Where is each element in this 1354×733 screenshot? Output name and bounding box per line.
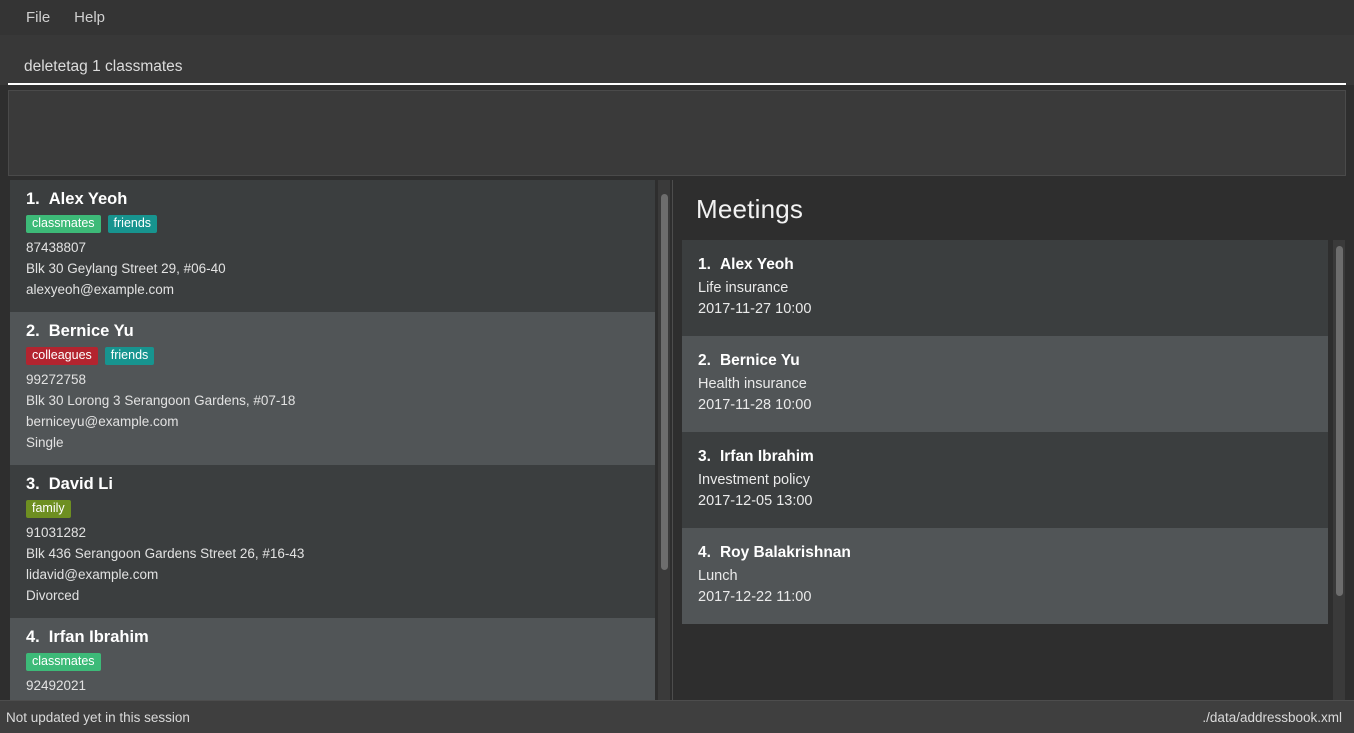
result-display-area bbox=[0, 85, 1354, 180]
save-location-label: ./data/addressbook.xml bbox=[1202, 709, 1342, 725]
meeting-datetime: 2017-12-05 13:00 bbox=[698, 493, 813, 509]
menu-bar: File Help bbox=[0, 0, 1354, 35]
meeting-datetime: 2017-12-22 11:00 bbox=[698, 589, 812, 605]
meeting-index: 4. bbox=[698, 544, 711, 561]
meeting-person-name: Alex Yeoh bbox=[719, 256, 794, 273]
menu-item-help[interactable]: Help bbox=[62, 6, 117, 29]
person-phone: 87438807 bbox=[26, 240, 87, 255]
person-tag-row: classmates bbox=[26, 653, 639, 671]
person-name: Bernice Yu bbox=[48, 322, 134, 340]
person-card-header: 4. Irfan Ibrahim bbox=[26, 628, 639, 647]
meeting-datetime: 2017-11-27 10:00 bbox=[698, 301, 812, 317]
person-index: 3. bbox=[26, 475, 40, 493]
meeting-index: 2. bbox=[698, 352, 711, 369]
meeting-subject: Health insurance bbox=[698, 376, 807, 392]
person-tag-row: colleagues friends bbox=[26, 347, 639, 365]
meeting-person-name: Bernice Yu bbox=[719, 352, 800, 369]
result-display-box bbox=[8, 90, 1346, 176]
meeting-card[interactable]: 4. Roy Balakrishnan Lunch 2017-12-22 11:00 bbox=[682, 528, 1328, 624]
meeting-card-header: 3. Irfan Ibrahim bbox=[698, 448, 1312, 466]
person-name: Alex Yeoh bbox=[48, 190, 128, 208]
meeting-card[interactable]: 1. Alex Yeoh Life insurance 2017-11-27 10:0… bbox=[682, 240, 1328, 336]
command-input[interactable] bbox=[24, 57, 1346, 77]
person-card[interactable]: 3. David Li family 91031282 Blk 436 Serangoo… bbox=[10, 465, 655, 618]
person-index: 1. bbox=[26, 190, 40, 208]
meeting-card-header: 2. Bernice Yu bbox=[698, 352, 1312, 370]
meetings-title: Meetings bbox=[696, 194, 804, 224]
meeting-list-scrollbar[interactable] bbox=[1333, 240, 1345, 700]
person-name: David Li bbox=[48, 475, 113, 493]
person-address: Blk 30 Geylang Street 29, #06-40 bbox=[26, 261, 226, 276]
sync-status-label: Not updated yet in this session bbox=[6, 709, 190, 725]
tag-badge: friends bbox=[104, 347, 155, 365]
person-index: 2. bbox=[26, 322, 40, 340]
person-phone: 91031282 bbox=[26, 525, 87, 540]
person-card[interactable]: 1. Alex Yeoh classmates friends 87438807 Blk … bbox=[10, 180, 655, 312]
person-status: Single bbox=[26, 435, 64, 450]
command-box-underline bbox=[8, 57, 1346, 85]
person-list-panel: 1. Alex Yeoh classmates friends 87438807 Blk … bbox=[8, 180, 673, 700]
person-card[interactable]: 2. Bernice Yu colleagues friends 99272758 Blk… bbox=[10, 312, 655, 465]
app-window: File Help 1. Alex Yeoh classmates friends 87… bbox=[0, 0, 1354, 733]
person-email: alexyeoh@example.com bbox=[26, 282, 175, 297]
meeting-card-header: 4. Roy Balakrishnan bbox=[698, 544, 1312, 562]
tag-badge: family bbox=[26, 500, 71, 518]
person-card-header: 2. Bernice Yu bbox=[26, 322, 639, 341]
person-name: Irfan Ibrahim bbox=[48, 628, 149, 646]
status-bar: Not updated yet in this session ./data/a… bbox=[0, 700, 1354, 733]
meeting-index: 1. bbox=[698, 256, 711, 273]
meeting-card[interactable]: 3. Irfan Ibrahim Investment policy 2017-12-… bbox=[682, 432, 1328, 528]
person-status: Divorced bbox=[26, 588, 80, 603]
person-phone: 92492021 bbox=[26, 678, 87, 693]
tag-badge: colleagues bbox=[26, 347, 98, 365]
meeting-index: 3. bbox=[698, 448, 711, 465]
meeting-card-header: 1. Alex Yeoh bbox=[698, 256, 1312, 274]
person-index: 4. bbox=[26, 628, 40, 646]
person-address: Blk 436 Serangoon Gardens Street 26, #16… bbox=[26, 546, 305, 561]
tag-badge: friends bbox=[107, 215, 158, 233]
person-tag-row: classmates friends bbox=[26, 215, 639, 233]
meeting-list: 1. Alex Yeoh Life insurance 2017-11-27 10:0… bbox=[682, 240, 1328, 624]
menu-item-file[interactable]: File bbox=[14, 6, 62, 29]
meeting-subject: Lunch bbox=[698, 568, 738, 584]
meetings-panel: Meetings 1. Alex Yeoh Life insurance 2017-1… bbox=[673, 180, 1346, 700]
meeting-person-name: Roy Balakrishnan bbox=[719, 544, 851, 561]
person-card[interactable]: 4. Irfan Ibrahim classmates 92492021 Blk 47 … bbox=[10, 618, 655, 700]
meeting-subject: Investment policy bbox=[698, 472, 811, 488]
person-email: lidavid@example.com bbox=[26, 567, 159, 582]
person-address: Blk 30 Lorong 3 Serangoon Gardens, #07-1… bbox=[26, 393, 296, 408]
main-split: 1. Alex Yeoh classmates friends 87438807 Blk … bbox=[0, 180, 1354, 700]
person-list-scrollbar-thumb[interactable] bbox=[661, 194, 668, 570]
meeting-list-scrollbar-thumb[interactable] bbox=[1336, 246, 1343, 596]
person-address: Blk 47 Tampines Street 20, #17-35 bbox=[26, 696, 639, 700]
person-card-header: 1. Alex Yeoh bbox=[26, 190, 639, 209]
meeting-card[interactable]: 2. Bernice Yu Health insurance 2017-11-28 1… bbox=[682, 336, 1328, 432]
person-email: berniceyu@example.com bbox=[26, 414, 179, 429]
command-box bbox=[0, 35, 1354, 85]
meeting-datetime: 2017-11-28 10:00 bbox=[698, 397, 812, 413]
person-list-scrollbar[interactable] bbox=[658, 180, 670, 700]
person-tag-row: family bbox=[26, 500, 639, 518]
meeting-subject: Life insurance bbox=[698, 280, 789, 296]
meeting-person-name: Irfan Ibrahim bbox=[719, 448, 814, 465]
person-list: 1. Alex Yeoh classmates friends 87438807 Blk … bbox=[10, 180, 655, 700]
tag-badge: classmates bbox=[26, 653, 101, 671]
person-phone: 99272758 bbox=[26, 372, 87, 387]
person-card-header: 3. David Li bbox=[26, 475, 639, 494]
tag-badge: classmates bbox=[26, 215, 101, 233]
